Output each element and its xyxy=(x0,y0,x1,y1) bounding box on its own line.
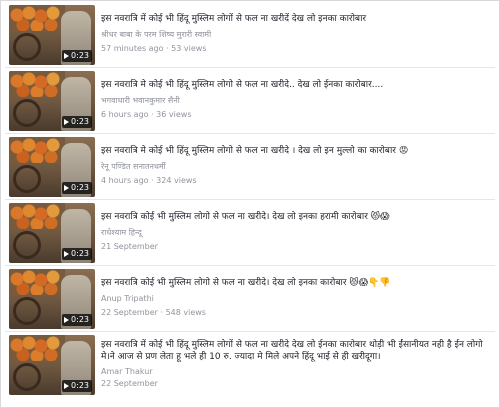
video-result[interactable]: 0:23 इस नवरात्रि कोई भी मुस्लिम लोगो से … xyxy=(5,267,495,331)
duration-badge: 0:23 xyxy=(62,248,92,260)
divider xyxy=(5,133,495,134)
play-icon xyxy=(64,119,70,125)
video-author[interactable]: रेनू पण्डित सनातनधर्मी xyxy=(101,161,491,172)
cart-wheel-image xyxy=(13,99,41,127)
duration-badge: 0:23 xyxy=(62,50,92,62)
divider xyxy=(5,265,495,266)
video-author[interactable]: Anup Tripathi xyxy=(101,293,491,304)
cart-wheel-image xyxy=(13,363,41,391)
video-result[interactable]: 0:23 इस नवरात्रि कोई भी मुस्लिम लोगो से … xyxy=(5,201,495,265)
duration-badge: 0:23 xyxy=(62,116,92,128)
video-meta: 57 minutes ago · 53 views xyxy=(101,44,207,53)
video-title[interactable]: इस नवरात्रि मे कोई भी हिंदू मुस्लिम लोगो… xyxy=(101,145,491,157)
video-author[interactable]: श्रीधर बाबा के परम शिष्य मुरारी स्वामी xyxy=(101,29,491,40)
video-thumbnail[interactable]: 0:23 xyxy=(9,269,95,329)
duration-text: 0:23 xyxy=(71,381,89,390)
video-title[interactable]: इस नवरात्रि मे कोई भी हिंदू मुस्लिम लोगो… xyxy=(101,79,491,91)
video-title[interactable]: इस नवरात्रि में कोई भी हिंदू मुस्लिम लोग… xyxy=(101,13,491,25)
divider xyxy=(5,67,495,68)
divider xyxy=(5,331,495,332)
video-meta: 21 September xyxy=(101,242,158,251)
play-icon xyxy=(64,317,70,323)
play-icon xyxy=(64,53,70,59)
duration-text: 0:23 xyxy=(71,249,89,258)
video-results-list: 0:23 इस नवरात्रि में कोई भी हिंदू मुस्लि… xyxy=(0,0,500,408)
fruit-cart-image xyxy=(9,137,65,163)
video-meta: 6 hours ago · 36 views xyxy=(101,110,192,119)
video-title[interactable]: इस नवरात्रि कोई भी मुस्लिम लोगो से फल ना… xyxy=(101,211,491,223)
cart-wheel-image xyxy=(13,297,41,325)
video-thumbnail[interactable]: 0:23 xyxy=(9,203,95,263)
video-result[interactable]: 0:23 इस नवरात्रि में कोई भी हिंदू मुस्लि… xyxy=(5,3,495,67)
video-title[interactable]: इस नवरात्रि में कोई भी हिंदू मुस्लिम लोग… xyxy=(101,339,491,363)
duration-text: 0:23 xyxy=(71,183,89,192)
duration-badge: 0:23 xyxy=(62,314,92,326)
play-icon xyxy=(64,383,70,389)
video-thumbnail[interactable]: 0:23 xyxy=(9,335,95,395)
fruit-cart-image xyxy=(9,203,65,229)
video-author[interactable]: राधेश्याम हिन्दू xyxy=(101,227,491,238)
duration-badge: 0:23 xyxy=(62,380,92,392)
video-thumbnail[interactable]: 0:23 xyxy=(9,5,95,65)
fruit-cart-image xyxy=(9,269,65,295)
video-result[interactable]: 0:23 इस नवरात्रि मे कोई भी हिंदू मुस्लिम… xyxy=(5,69,495,133)
video-meta: 22 September · 548 views xyxy=(101,308,206,317)
cart-wheel-image xyxy=(13,231,41,259)
duration-badge: 0:23 xyxy=(62,182,92,194)
video-meta: 4 hours ago · 324 views xyxy=(101,176,197,185)
play-icon xyxy=(64,185,70,191)
fruit-cart-image xyxy=(9,5,65,31)
video-author[interactable]: भगवाधारी भवानकुमार सैनी xyxy=(101,95,491,106)
video-meta: 22 September xyxy=(101,379,158,388)
fruit-cart-image xyxy=(9,335,65,361)
duration-text: 0:23 xyxy=(71,117,89,126)
fruit-cart-image xyxy=(9,71,65,97)
video-result[interactable]: 0:23 इस नवरात्रि मे कोई भी हिंदू मुस्लिम… xyxy=(5,135,495,199)
duration-text: 0:23 xyxy=(71,315,89,324)
duration-text: 0:23 xyxy=(71,51,89,60)
video-title[interactable]: इस नवरात्रि कोई भी मुस्लिम लोगो से फल ना… xyxy=(101,277,491,289)
video-thumbnail[interactable]: 0:23 xyxy=(9,137,95,197)
play-icon xyxy=(64,251,70,257)
divider xyxy=(5,199,495,200)
video-author[interactable]: Amar Thakur xyxy=(101,366,491,377)
video-result[interactable]: 0:23 इस नवरात्रि में कोई भी हिंदू मुस्लि… xyxy=(5,333,495,403)
cart-wheel-image xyxy=(13,165,41,193)
cart-wheel-image xyxy=(13,33,41,61)
video-thumbnail[interactable]: 0:23 xyxy=(9,71,95,131)
